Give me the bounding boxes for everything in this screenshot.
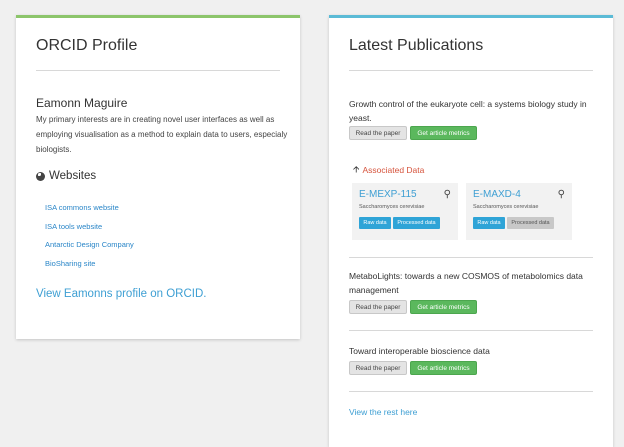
- website-link-biosharing[interactable]: BioSharing site: [45, 259, 95, 268]
- raw-data-button[interactable]: Raw data: [473, 217, 505, 229]
- publication-title: MetaboLights: towards a new COSMOS of me…: [349, 271, 583, 295]
- divider: [349, 257, 593, 258]
- divider: [36, 70, 280, 71]
- divider: [349, 391, 593, 392]
- divider: [349, 70, 593, 71]
- latest-publications-card: Latest Publications Growth control of th…: [329, 15, 613, 447]
- view-orcid-profile-link[interactable]: View Eamonns profile on ORCID.: [36, 288, 206, 300]
- dataset-card: E-MEXP-115 ⚲ Saccharomyces cerevisiae Ra…: [352, 183, 458, 240]
- get-article-metrics-button[interactable]: Get article metrics: [410, 361, 477, 375]
- dataset-link[interactable]: E-MEXP-115: [359, 189, 417, 200]
- website-link-antarctic-design[interactable]: Antarctic Design Company: [45, 240, 134, 249]
- arrow-up-icon: 🡩: [353, 164, 360, 174]
- get-article-metrics-button[interactable]: Get article metrics: [410, 300, 477, 314]
- read-paper-button[interactable]: Read the paper: [349, 361, 407, 375]
- processed-data-button[interactable]: Processed data: [393, 217, 440, 229]
- dataset-species: Saccharomyces cerevisiae: [359, 204, 425, 210]
- associated-data-label: Associated Data: [362, 165, 425, 175]
- dataset-link[interactable]: E-MAXD-4: [473, 189, 521, 200]
- microscope-icon: ⚲: [443, 189, 451, 200]
- website-link-isa-commons[interactable]: ISA commons website: [45, 203, 119, 212]
- associated-data-heading: 🡩 Associated Data: [353, 162, 424, 178]
- dataset-card: E-MAXD-4 ⚲ Saccharomyces cerevisiae Raw …: [466, 183, 572, 240]
- profile-bio: My primary interests are in creating nov…: [36, 115, 288, 154]
- divider: [349, 330, 593, 331]
- card-title: ORCID Profile: [36, 37, 138, 54]
- raw-data-button[interactable]: Raw data: [359, 217, 391, 229]
- processed-data-button-disabled: Processed data: [507, 217, 554, 229]
- dataset-species: Saccharomyces cerevisiae: [473, 204, 539, 210]
- publication-title: Toward interoperable bioscience data: [349, 346, 490, 356]
- read-paper-button[interactable]: Read the paper: [349, 126, 407, 140]
- profile-name: Eamonn Maguire: [36, 96, 128, 110]
- globe-icon: [36, 171, 45, 181]
- read-paper-button[interactable]: Read the paper: [349, 300, 407, 314]
- publication-title: Growth control of the eukaryote cell: a …: [349, 99, 587, 123]
- get-article-metrics-button[interactable]: Get article metrics: [410, 126, 477, 140]
- websites-heading-label: Websites: [49, 170, 97, 182]
- view-rest-link[interactable]: View the rest here: [349, 407, 417, 417]
- website-link-isa-tools[interactable]: ISA tools website: [45, 222, 102, 231]
- microscope-icon: ⚲: [557, 189, 565, 200]
- card-title: Latest Publications: [349, 37, 484, 54]
- websites-heading: Websites: [36, 170, 96, 182]
- orcid-profile-card: ORCID Profile Eamonn Maguire My primary …: [16, 15, 300, 339]
